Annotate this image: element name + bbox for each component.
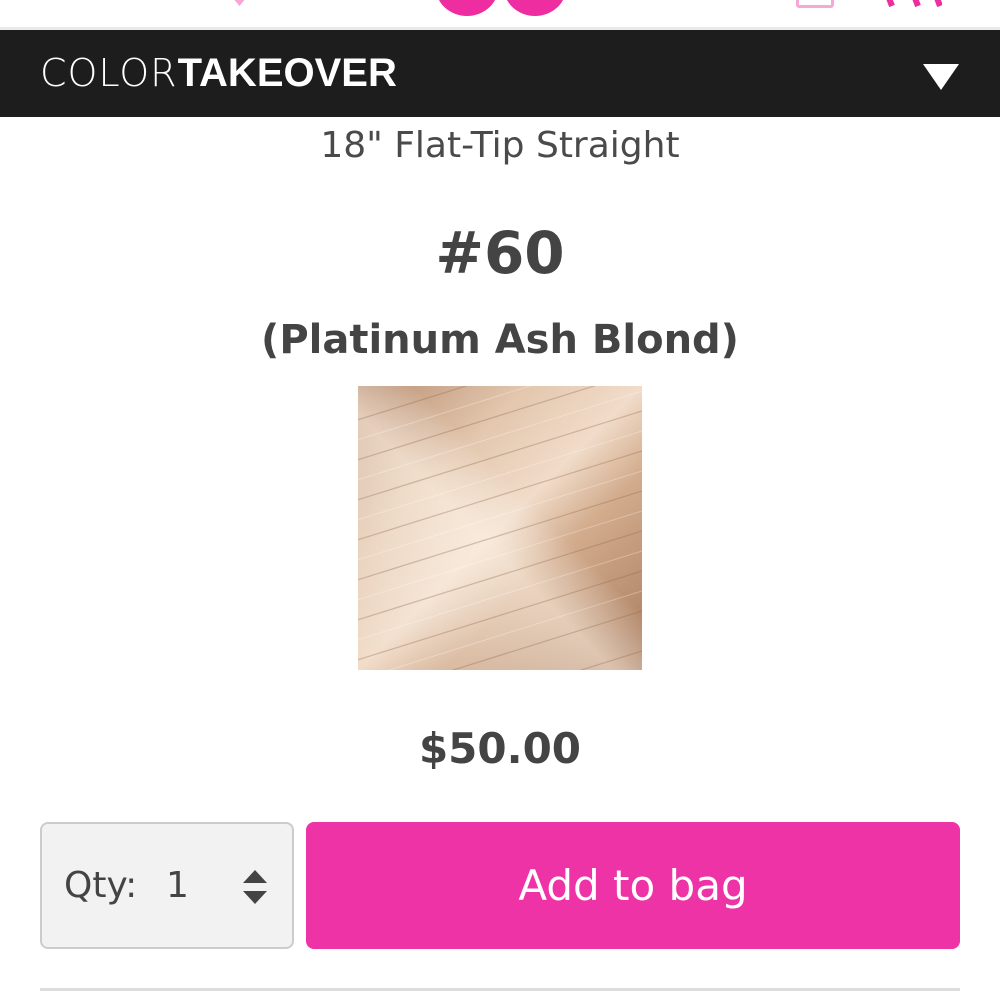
account-icon[interactable]	[796, 0, 834, 8]
heart-icon[interactable]: ♥	[226, 0, 256, 12]
cart-icon[interactable]	[878, 0, 942, 8]
add-to-bag-button[interactable]: Add to bag	[306, 822, 960, 949]
hair-swatch-image	[358, 386, 642, 670]
up-down-arrows-icon[interactable]	[240, 866, 270, 908]
quantity-value[interactable]: 1	[166, 864, 189, 908]
quantity-label: Qty:	[64, 865, 138, 906]
wordmark-light: COLOR	[40, 51, 178, 95]
site-logo[interactable]	[436, 0, 566, 16]
quantity-stepper[interactable]: Qty: 1	[40, 822, 294, 949]
top-header: ♥	[0, 0, 1000, 30]
product-subtitle: 18" Flat-Tip Straight	[320, 125, 680, 166]
chevron-down-icon[interactable]	[920, 60, 962, 94]
section-divider	[40, 988, 960, 991]
wordmark-bold: TAKEOVER	[177, 51, 397, 95]
shade-code: #60	[435, 219, 565, 287]
brand-wordmark[interactable]: COLORTAKEOVER	[40, 52, 397, 94]
logo-shape-right	[504, 0, 566, 16]
shade-name: (Platinum Ash Blond)	[261, 317, 739, 363]
product-price: $50.00	[418, 724, 582, 773]
logo-shape-left	[436, 0, 498, 16]
